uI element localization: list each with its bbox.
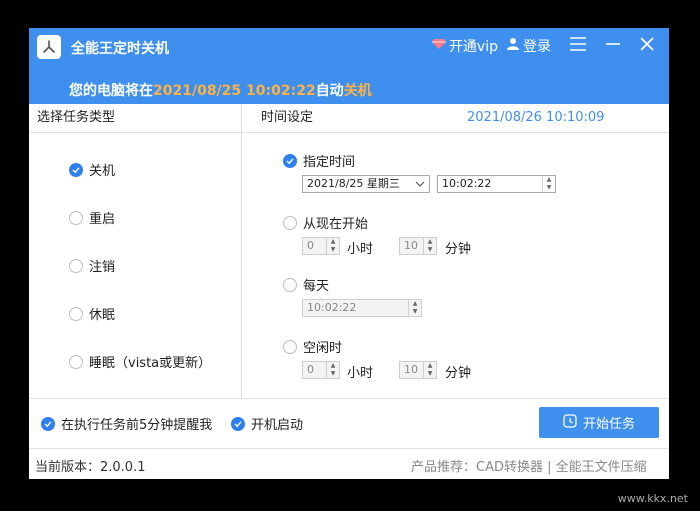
status-prefix: 您的电脑将在 bbox=[69, 83, 153, 99]
autostart-checkbox[interactable]: 开机启动 bbox=[231, 414, 303, 433]
task-logoff[interactable]: 注销 bbox=[69, 256, 115, 275]
option-label: 从现在开始 bbox=[303, 217, 369, 232]
radio-icon bbox=[283, 339, 297, 354]
menu-icon[interactable] bbox=[569, 37, 587, 55]
spin-buttons[interactable]: ▲ ▼ bbox=[423, 362, 436, 378]
option-label: 空闲时 bbox=[303, 341, 343, 356]
task-shutdown[interactable]: 关机 bbox=[69, 160, 115, 179]
time-value: 10:02:22 bbox=[307, 301, 357, 314]
checkbox-label: 在执行任务前5分钟提醒我 bbox=[61, 418, 213, 433]
minutes-unit: 分钟 bbox=[445, 242, 472, 257]
clock-icon bbox=[563, 413, 577, 432]
divider bbox=[29, 448, 669, 449]
status-time: 2021/08/25 10:02:22 bbox=[153, 83, 316, 99]
hours-value: 0 bbox=[307, 363, 314, 376]
radio-icon bbox=[69, 210, 83, 225]
time-spinner[interactable]: 10:02:22 ▲ ▼ bbox=[437, 175, 556, 193]
option-label: 每天 bbox=[303, 279, 330, 294]
chevron-down-icon bbox=[415, 176, 425, 197]
hours-spinner[interactable]: 0 ▲ ▼ bbox=[302, 237, 340, 255]
task-label: 休眠 bbox=[89, 308, 116, 323]
radio-checked-icon bbox=[69, 162, 83, 177]
radio-icon bbox=[69, 306, 83, 321]
hours-value: 0 bbox=[307, 239, 314, 252]
task-label: 注销 bbox=[89, 260, 116, 275]
login-label: 登录 bbox=[523, 39, 551, 55]
title-bar: 全能王定时关机 开通vip 登录 您的电脑将在2021/08/25 10:02:… bbox=[29, 28, 669, 104]
hours-unit: 小时 bbox=[347, 366, 374, 381]
spin-buttons[interactable]: ▲ ▼ bbox=[423, 238, 436, 254]
version-label: 当前版本：2.0.0.1 bbox=[35, 460, 146, 475]
task-sleep[interactable]: 睡眠（vista或更新） bbox=[69, 352, 211, 371]
checkbox-checked-icon bbox=[231, 416, 245, 431]
app-window: 全能王定时关机 开通vip 登录 您的电脑将在2021/08/25 10:02:… bbox=[29, 28, 669, 479]
login-button[interactable]: 登录 bbox=[506, 36, 551, 56]
hours-unit: 小时 bbox=[347, 242, 374, 257]
task-type-heading: 选择任务类型 bbox=[37, 110, 116, 125]
time-idle-option[interactable]: 空闲时 bbox=[283, 337, 342, 356]
spin-buttons[interactable]: ▲ ▼ bbox=[408, 300, 421, 316]
task-restart[interactable]: 重启 bbox=[69, 208, 115, 227]
time-specified-option[interactable]: 指定时间 bbox=[283, 151, 355, 170]
task-label: 重启 bbox=[89, 212, 116, 227]
daily-time-spinner[interactable]: 10:02:22 ▲ ▼ bbox=[302, 299, 422, 317]
status-mid: 自动 bbox=[315, 83, 344, 99]
close-icon[interactable] bbox=[639, 36, 655, 56]
spin-buttons[interactable]: ▲ ▼ bbox=[326, 238, 339, 254]
minutes-unit: 分钟 bbox=[445, 366, 472, 381]
spin-buttons[interactable]: ▲ ▼ bbox=[542, 176, 555, 192]
radio-checked-icon bbox=[283, 153, 297, 168]
vip-label: 开通vip bbox=[448, 39, 498, 55]
status-line: 您的电脑将在2021/08/25 10:02:22自动关机 bbox=[69, 80, 372, 100]
time-from-now-option[interactable]: 从现在开始 bbox=[283, 213, 368, 232]
divider bbox=[241, 104, 242, 398]
time-value: 10:02:22 bbox=[442, 177, 492, 190]
product-recommend-links[interactable]: 产品推荐：CAD转换器 | 全能王文件压缩 bbox=[411, 456, 647, 475]
start-task-button[interactable]: 开始任务 bbox=[539, 407, 659, 438]
radio-icon bbox=[69, 258, 83, 273]
vip-button[interactable]: 开通vip bbox=[431, 36, 498, 56]
spin-buttons[interactable]: ▲ ▼ bbox=[326, 362, 339, 378]
task-hibernate[interactable]: 休眠 bbox=[69, 304, 115, 323]
checkbox-label: 开机启动 bbox=[251, 418, 304, 433]
status-action: 关机 bbox=[343, 83, 372, 99]
time-setting-heading: 时间设定 bbox=[261, 110, 314, 125]
minutes-spinner[interactable]: 10 ▲ ▼ bbox=[399, 361, 437, 379]
hours-spinner[interactable]: 0 ▲ ▼ bbox=[302, 361, 340, 379]
watermark: www.kkx.net bbox=[617, 492, 688, 505]
radio-icon bbox=[69, 354, 83, 369]
current-time: 2021/08/26 10:10:09 bbox=[467, 110, 605, 125]
radio-icon bbox=[283, 215, 297, 230]
minutes-value: 10 bbox=[404, 363, 418, 376]
task-label: 睡眠（vista或更新） bbox=[89, 356, 212, 371]
divider bbox=[29, 398, 669, 399]
start-task-label: 开始任务 bbox=[582, 417, 635, 432]
minutes-value: 10 bbox=[404, 239, 418, 252]
remind-checkbox[interactable]: 在执行任务前5分钟提醒我 bbox=[41, 414, 212, 433]
divider bbox=[29, 132, 669, 133]
option-label: 指定时间 bbox=[303, 155, 356, 170]
app-title: 全能王定时关机 bbox=[71, 41, 169, 57]
app-logo bbox=[37, 35, 61, 59]
checkbox-checked-icon bbox=[41, 416, 55, 431]
diamond-icon bbox=[431, 38, 446, 54]
minimize-icon[interactable] bbox=[605, 37, 621, 55]
time-daily-option[interactable]: 每天 bbox=[283, 275, 329, 294]
task-label: 关机 bbox=[89, 164, 116, 179]
user-icon bbox=[506, 37, 520, 55]
minutes-spinner[interactable]: 10 ▲ ▼ bbox=[399, 237, 437, 255]
date-value: 2021/8/25 星期三 bbox=[307, 177, 400, 190]
date-picker[interactable]: 2021/8/25 星期三 bbox=[302, 175, 430, 193]
radio-icon bbox=[283, 277, 297, 292]
